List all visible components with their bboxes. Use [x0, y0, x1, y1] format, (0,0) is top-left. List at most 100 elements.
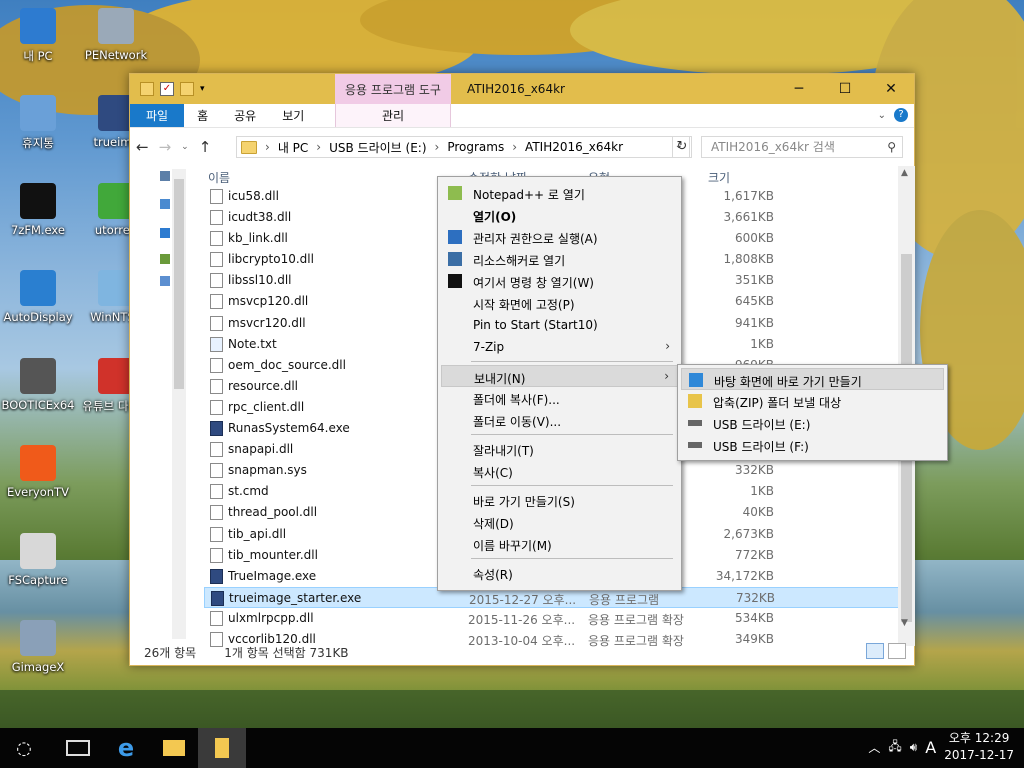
- context-tab-app-tools: 응용 프로그램 도구: [335, 74, 451, 104]
- desktop-icon: [689, 373, 703, 387]
- nav-item-icon[interactable]: [160, 171, 170, 181]
- file-name: Note.txt: [228, 336, 277, 351]
- taskbar-explorer-window[interactable]: [198, 728, 246, 768]
- tab-file[interactable]: 파일: [130, 104, 185, 127]
- address-bar[interactable]: › 내 PC › USB 드라이브 (E:) › Programs › ATIH…: [236, 136, 690, 158]
- sendto-item[interactable]: USB 드라이브 (E:): [681, 412, 944, 434]
- menu-item[interactable]: 리소스해커로 열기: [441, 248, 678, 270]
- file-size: 534KB: [734, 610, 774, 625]
- maximize-button[interactable]: ☐: [822, 74, 868, 104]
- menu-item[interactable]: 7-Zip ›: [441, 336, 678, 358]
- tab-view[interactable]: 보기: [269, 104, 317, 127]
- chevron-up-icon[interactable]: ︿: [868, 739, 880, 756]
- menu-item-label: 여기서 명령 창 열기(W): [473, 276, 594, 290]
- column-name[interactable]: 이름: [208, 169, 230, 186]
- breadcrumb-usb[interactable]: USB 드라이브 (E:): [329, 139, 426, 156]
- properties-icon[interactable]: ✓: [160, 82, 174, 96]
- column-size[interactable]: 크기: [708, 169, 730, 186]
- network-icon[interactable]: 🖧: [888, 737, 901, 758]
- menu-item[interactable]: 시작 화면에 고정(P): [441, 292, 678, 314]
- title-bar[interactable]: ✓ ▾ 응용 프로그램 도구 ATIH2016_x64kr ─ ☐ ✕: [130, 74, 914, 104]
- menu-item-label: 속성(R): [473, 568, 513, 582]
- menu-item[interactable]: 폴더로 이동(V)...: [441, 409, 678, 431]
- menu-item[interactable]: 잘라내기(T): [441, 438, 678, 460]
- menu-item[interactable]: 삭제(D): [441, 511, 678, 533]
- recent-locations-icon[interactable]: ⌄: [181, 142, 189, 152]
- details-view-button[interactable]: [866, 643, 884, 659]
- start-button[interactable]: ◌: [0, 728, 48, 768]
- breadcrumb-current[interactable]: ATIH2016_x64kr: [525, 140, 623, 154]
- nav-item-icon[interactable]: [160, 199, 170, 209]
- menu-item[interactable]: 보내기(N) ›: [441, 365, 678, 387]
- tab-home[interactable]: 홈: [184, 104, 221, 127]
- menu-item[interactable]: Pin to Start (Start10): [441, 314, 678, 336]
- large-icons-view-button[interactable]: [888, 643, 906, 659]
- sendto-item[interactable]: 압축(ZIP) 폴더 보낼 대상: [681, 390, 944, 412]
- taskbar-ie[interactable]: e: [102, 728, 150, 768]
- desktop-icon-network[interactable]: PENetwork: [78, 8, 154, 62]
- menu-item[interactable]: 속성(R): [441, 562, 678, 584]
- desktop-icon-gimagex[interactable]: GimageX: [0, 620, 76, 674]
- scroll-down-arrow-icon[interactable]: ▼: [901, 618, 908, 628]
- application-icon: [210, 421, 223, 437]
- menu-item[interactable]: 바로 가기 만들기(S): [441, 489, 678, 511]
- file-icon: [210, 484, 223, 500]
- nav-pane-scrollbar[interactable]: [172, 169, 186, 639]
- search-input[interactable]: ATIH2016_x64kr 검색 ⚲: [701, 136, 903, 158]
- volume-icon[interactable]: 🔊︎: [910, 740, 918, 755]
- nav-item-icon[interactable]: [160, 254, 170, 264]
- breadcrumb-pc[interactable]: 내 PC: [278, 139, 308, 156]
- file-name: libssl10.dll: [228, 273, 292, 288]
- up-button[interactable]: ↑: [199, 138, 212, 156]
- file-name: trueimage_starter.exe: [229, 590, 362, 605]
- navigation-pane[interactable]: [130, 166, 200, 636]
- menu-item[interactable]: 폴더에 복사(F)...: [441, 387, 678, 409]
- desktop-icon-pc[interactable]: 내 PC: [0, 8, 76, 64]
- file-icon: [210, 399, 223, 415]
- nav-item-icon[interactable]: [160, 276, 170, 286]
- refresh-button[interactable]: ↻: [672, 136, 692, 158]
- customize-qat-icon[interactable]: ▾: [200, 84, 205, 94]
- status-bar: 26개 항목 1개 항목 선택함 731KB: [130, 639, 914, 665]
- scroll-up-arrow-icon[interactable]: ▲: [901, 168, 908, 178]
- back-button[interactable]: ←: [136, 138, 149, 156]
- close-button[interactable]: ✕: [868, 74, 914, 104]
- desktop-icon-7zip[interactable]: 7zFM.exe: [0, 183, 76, 237]
- sendto-item-label: USB 드라이브 (E:): [713, 418, 811, 432]
- taskbar-explorer[interactable]: [150, 728, 198, 768]
- ribbon-tabs: 파일 홈 공유 보기 관리 ⌄ ?: [130, 104, 914, 128]
- tab-manage[interactable]: 관리: [335, 104, 451, 127]
- expand-ribbon-icon[interactable]: ⌄: [878, 110, 886, 121]
- file-name: ulxmlrpcpp.dll: [228, 610, 314, 625]
- taskbar-task-view[interactable]: [54, 728, 102, 768]
- menu-item[interactable]: 복사(C): [441, 460, 678, 482]
- desktop-icon-recycle-bin[interactable]: 휴지통: [0, 95, 76, 151]
- file-row[interactable]: ulxmlrpcpp.dll 2015-11-26 오후... 응용 프로그램 확장…: [204, 608, 904, 629]
- menu-item[interactable]: 열기(O): [441, 204, 678, 226]
- file-name: RunasSystem64.exe: [228, 421, 350, 436]
- file-name: icu58.dll: [228, 189, 279, 203]
- menu-item[interactable]: 여기서 명령 창 열기(W): [441, 270, 678, 292]
- desktop-icon-display[interactable]: AutoDisplay: [0, 270, 76, 324]
- sendto-item[interactable]: USB 드라이브 (F:): [681, 434, 944, 456]
- clock[interactable]: 오후 12:29 2017-12-17: [944, 730, 1014, 764]
- desktop-icon-everyontv[interactable]: EveryonTV: [0, 445, 76, 499]
- menu-item[interactable]: Notepad++ 로 열기: [441, 182, 678, 204]
- menu-item[interactable]: 이름 바꾸기(M): [441, 533, 678, 555]
- breadcrumb-programs[interactable]: Programs: [447, 140, 504, 154]
- forward-button[interactable]: →: [159, 138, 172, 156]
- desktop-icon-bootice[interactable]: BOOTICEx64: [0, 358, 76, 412]
- nav-item-icon[interactable]: [160, 228, 170, 238]
- ime-indicator[interactable]: A: [925, 738, 936, 757]
- desktop-icon-label: BOOTICEx64: [1, 398, 75, 412]
- help-icon[interactable]: ?: [894, 108, 908, 122]
- tab-share[interactable]: 공유: [221, 104, 269, 127]
- sendto-item[interactable]: 바탕 화면에 바로 가기 만들기: [681, 368, 944, 390]
- desktop-icon-fscapture[interactable]: FSCapture: [0, 533, 76, 587]
- menu-item[interactable]: 관리자 권한으로 실행(A): [441, 226, 678, 248]
- minimize-button[interactable]: ─: [776, 74, 822, 104]
- desktop-icon-label: AutoDisplay: [3, 310, 73, 324]
- new-folder-icon[interactable]: [180, 82, 194, 96]
- menu-item-label: 폴더에 복사(F)...: [473, 393, 560, 407]
- file-icon: [210, 526, 223, 542]
